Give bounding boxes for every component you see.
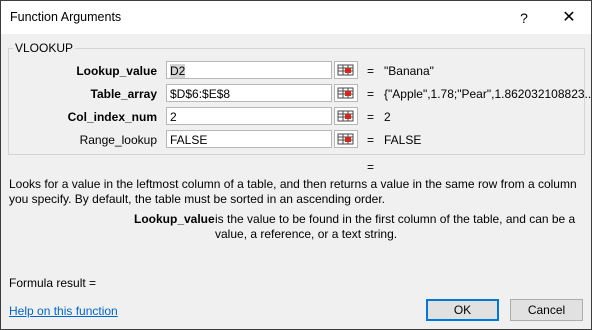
arg-label-lookup-value: Lookup_value xyxy=(76,64,157,78)
equals-sign: = xyxy=(367,133,375,147)
arg-help-name: Lookup_value xyxy=(134,212,215,226)
equals-sign: = xyxy=(367,87,375,101)
lookup-value-input[interactable]: D2 xyxy=(166,61,332,79)
equals-sign: = xyxy=(367,64,375,78)
collapse-dialog-icon xyxy=(337,110,354,122)
table-array-result: {"Apple",1.78;"Pear",1.862032108823... xyxy=(384,87,592,101)
dialog-title: Function Arguments xyxy=(10,10,122,24)
col-index-num-input[interactable]: 2 xyxy=(166,107,332,125)
lookup-value-range-picker[interactable] xyxy=(334,61,358,79)
arg-help-text: is the value to be found in the first co… xyxy=(215,212,576,241)
function-description: Looks for a value in the leftmost column… xyxy=(9,177,577,206)
range-lookup-result: FALSE xyxy=(384,133,422,147)
function-result-equals: = xyxy=(367,160,375,174)
collapse-dialog-icon xyxy=(337,64,354,76)
range-lookup-range-picker[interactable] xyxy=(334,130,358,148)
arg-label-col-index-num: Col_index_num xyxy=(67,110,157,124)
equals-sign: = xyxy=(367,110,375,124)
table-array-range-picker[interactable] xyxy=(334,84,358,102)
arg-label-table-array: Table_array xyxy=(90,87,158,101)
lookup-value-result: "Banana" xyxy=(384,64,434,78)
cancel-button[interactable]: Cancel xyxy=(510,299,583,321)
col-index-num-result: 2 xyxy=(384,110,391,124)
function-arguments-dialog: Function Arguments ? ✕ VLOOKUP Lookup_va… xyxy=(0,0,592,330)
title-bar: Function Arguments ? ✕ xyxy=(1,1,591,34)
formula-result-label: Formula result = xyxy=(9,276,97,290)
lookup-value-text: D2 xyxy=(170,64,186,78)
col-index-num-range-picker[interactable] xyxy=(334,107,358,125)
ok-button[interactable]: OK xyxy=(426,299,499,321)
close-button[interactable]: ✕ xyxy=(559,8,579,28)
arg-label-range-lookup: Range_lookup xyxy=(79,133,157,147)
help-on-function-link[interactable]: Help on this function xyxy=(9,304,118,318)
help-button[interactable]: ? xyxy=(513,8,535,28)
collapse-dialog-icon xyxy=(337,133,354,145)
range-lookup-input[interactable]: FALSE xyxy=(166,130,332,148)
collapse-dialog-icon xyxy=(337,87,354,99)
function-name: VLOOKUP xyxy=(13,41,76,55)
table-array-input[interactable]: $D$6:$E$8 xyxy=(166,84,332,102)
